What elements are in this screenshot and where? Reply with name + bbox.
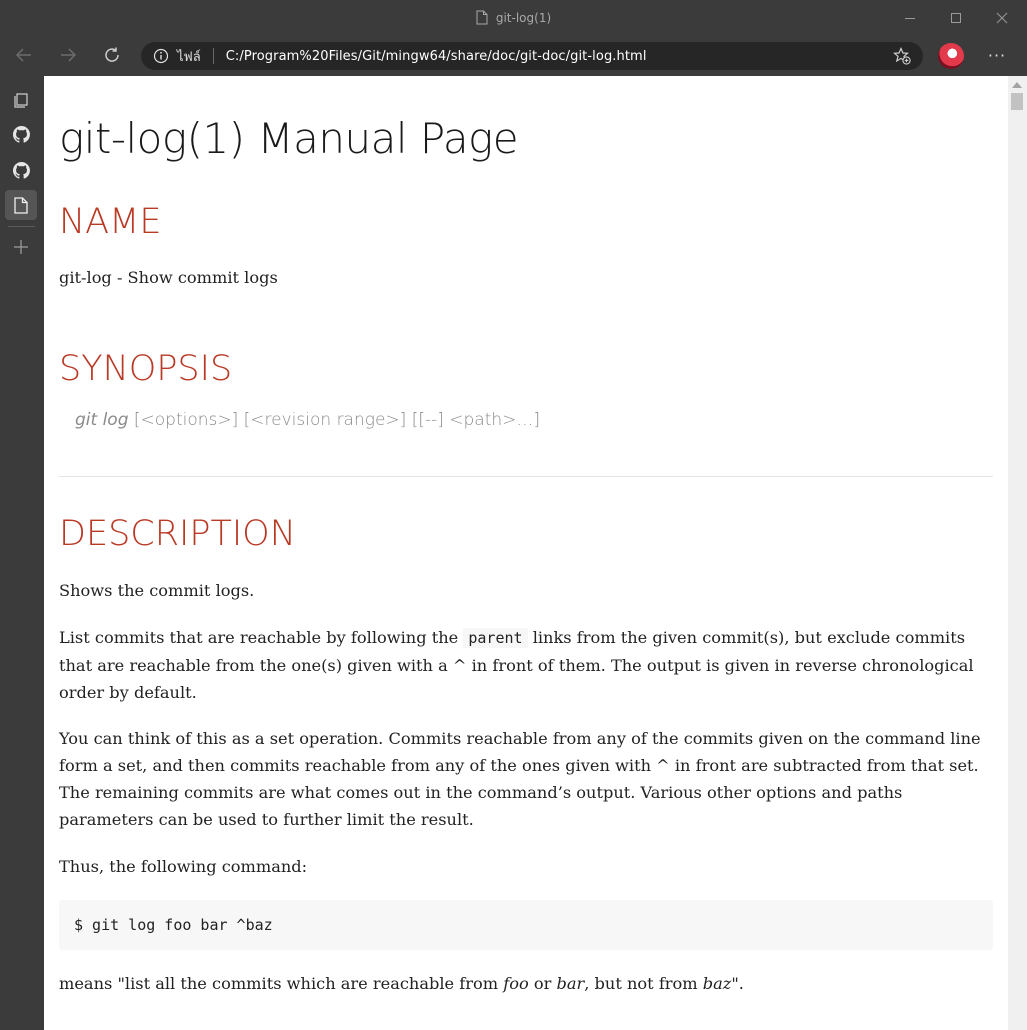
address-scheme-label: ไฟล์ (177, 49, 201, 65)
paragraph-text: , but not from (584, 974, 703, 993)
address-separator (212, 48, 214, 64)
window-title: git-log(1) (0, 0, 1027, 35)
section-divider (59, 476, 993, 477)
code-example-text: $ git log foo bar ^baz (74, 916, 273, 934)
info-icon (153, 48, 169, 64)
synopsis-heading: SYNOPSIS (59, 349, 233, 389)
close-icon (996, 12, 1008, 23)
add-favorite-icon[interactable] (893, 47, 911, 65)
github-icon (12, 125, 30, 143)
paragraph-text: or (528, 974, 557, 993)
description-paragraph-4: Thus, the following command: (59, 857, 308, 876)
description-heading: DESCRIPTION (59, 514, 296, 554)
sidebar-divider (8, 226, 35, 227)
arrow-left-icon (15, 48, 31, 62)
minimize-button[interactable] (887, 0, 933, 35)
back-button[interactable] (8, 39, 40, 71)
file-icon (14, 196, 28, 214)
browser-toolbar: ไฟล์ C:/Program%20Files/Git/mingw64/shar… (0, 35, 1027, 76)
tab-actions-button[interactable] (5, 85, 37, 115)
maximize-button[interactable] (933, 0, 979, 35)
refresh-icon (105, 47, 119, 62)
address-bar[interactable]: ไฟล์ C:/Program%20Files/Git/mingw64/shar… (141, 42, 923, 70)
description-paragraph-2: List commits that are reachable by follo… (59, 624, 993, 706)
page-title: git-log(1) Manual Page (59, 114, 519, 163)
paragraph-text: ". (731, 974, 744, 993)
new-tab-button[interactable] (5, 232, 37, 262)
scrollbar-thumb[interactable] (1011, 93, 1023, 110)
profile-avatar[interactable] (938, 43, 964, 69)
description-paragraph-3: You can think of this as a set operation… (59, 729, 981, 829)
synopsis-block: git log [<options>] [<revision range>] [… (75, 410, 540, 430)
name-heading: NAME (59, 202, 162, 242)
sidebar-tab-github-1[interactable] (5, 119, 37, 149)
forward-button[interactable] (52, 39, 84, 71)
close-button[interactable] (979, 0, 1025, 35)
maximize-icon (951, 12, 961, 23)
paragraph-text: List commits that are reachable by follo… (59, 628, 464, 647)
emphasis-foo: foo (503, 974, 529, 993)
page-viewport: git-log(1) Manual Page NAME git-log - Sh… (44, 76, 1008, 1030)
sidebar-tab-git-log[interactable] (5, 190, 37, 220)
window-title-text: git-log(1) (495, 10, 552, 25)
arrow-right-icon (61, 48, 77, 62)
sidebar-tab-github-2[interactable] (5, 155, 37, 185)
page-icon (476, 10, 488, 25)
description-paragraph-1: Shows the commit logs. (59, 581, 255, 600)
vertical-scrollbar[interactable] (1008, 76, 1027, 1030)
title-bar: git-log(1) (0, 0, 1027, 35)
emphasis-baz: baz (702, 974, 732, 993)
synopsis-command: git log (75, 410, 129, 430)
inline-code-parent: parent (463, 628, 528, 648)
paragraph-text: means "list all the commits which are re… (59, 974, 504, 993)
name-text: git-log - Show commit logs (59, 268, 278, 287)
code-example-block: $ git log foo bar ^baz (59, 900, 993, 950)
refresh-button[interactable] (96, 39, 128, 71)
emphasis-bar: bar (556, 974, 585, 993)
tab-actions-icon (14, 93, 28, 108)
plus-icon (14, 240, 28, 254)
address-url[interactable]: C:/Program%20Files/Git/mingw64/share/doc… (226, 49, 647, 64)
scroll-up-arrow-icon[interactable] (1012, 82, 1022, 88)
minimize-icon (905, 17, 915, 19)
settings-more-button[interactable]: ··· (983, 39, 1011, 71)
site-info-button[interactable] (153, 48, 169, 64)
github-icon (12, 161, 30, 179)
vertical-tabs-sidebar (0, 76, 43, 1030)
description-paragraph-5: means "list all the commits which are re… (59, 970, 993, 997)
synopsis-arguments: [<options>] [<revision range>] [[--] <pa… (128, 410, 541, 430)
